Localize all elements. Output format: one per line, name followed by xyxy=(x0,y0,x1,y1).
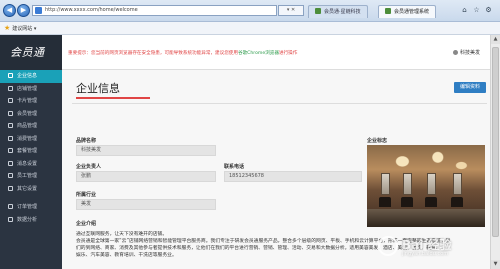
sidebar-item-cards[interactable]: 卡片管理 xyxy=(0,95,62,108)
card-icon xyxy=(8,98,13,103)
back-arrow-icon: ◀ xyxy=(6,6,13,14)
phone-field[interactable]: 18512345678 xyxy=(224,171,362,182)
staff-icon xyxy=(8,173,13,178)
paw-logo-icon xyxy=(378,236,398,256)
chart-icon xyxy=(8,216,13,222)
user-menu[interactable]: 科技美发 xyxy=(452,49,480,56)
user-avatar-icon xyxy=(452,50,458,55)
favorites-bar: ★ 建议网站 ▾ xyxy=(0,22,500,35)
favorites-star-icon[interactable]: ☆ xyxy=(472,6,481,15)
sidebar-item-orders[interactable]: 订单管理 xyxy=(0,201,62,214)
address-tools[interactable]: ▾ ✕ xyxy=(278,5,304,16)
industry-label: 所属行业 xyxy=(76,192,97,198)
vertical-scrollbar[interactable]: ▲ ▼ xyxy=(490,35,500,269)
scroll-up-icon[interactable]: ▲ xyxy=(491,35,500,44)
back-button[interactable]: ◀ xyxy=(3,4,16,17)
user-icon xyxy=(8,110,13,116)
message-icon xyxy=(8,160,13,166)
sidebar-item-packages[interactable]: 套餐管理 xyxy=(0,145,62,158)
star-icon: ★ xyxy=(4,24,11,32)
order-icon xyxy=(8,204,13,209)
watermark: Bai 经验 jingyan.baidu.com xyxy=(378,232,488,262)
tab-favicon-icon xyxy=(315,8,321,14)
favicon-icon xyxy=(35,7,42,14)
company-logo-label: 企业标志 xyxy=(367,138,388,144)
sidebar-item-messages[interactable]: 消息设置 xyxy=(0,158,62,171)
page-title: 企业信息 xyxy=(76,82,120,95)
forward-button[interactable]: ▶ xyxy=(17,4,30,17)
sidebar: 会员通 企业信息 店铺管理 卡片管理 会员管理 商品管理 消费管理 套餐管理 消… xyxy=(0,35,62,269)
edit-profile-button[interactable]: 编辑资料 xyxy=(454,82,486,93)
store-icon xyxy=(8,85,13,91)
tab-1[interactable]: 会员通·星链科技 xyxy=(308,5,368,18)
watermark-subtext: jingyan.baidu.com xyxy=(402,251,449,257)
sidebar-item-stores[interactable]: 店铺管理 xyxy=(0,83,62,96)
industry-field[interactable]: 美发 xyxy=(76,199,216,210)
receipt-icon xyxy=(8,135,13,141)
home-icon[interactable]: ⌂ xyxy=(460,6,469,15)
sidebar-item-company-info[interactable]: 企业信息 xyxy=(0,70,62,83)
package-icon xyxy=(8,148,13,153)
url-text: http://www.xxxx.com/home/welcome xyxy=(45,7,138,13)
owner-field[interactable]: 张鹏 xyxy=(76,171,216,182)
browser-titlebar: ◀ ▶ http://www.xxxx.com/home/welcome ▾ ✕… xyxy=(0,0,500,22)
tab-favicon-icon xyxy=(385,8,391,14)
top-bar: 重要提示：您当前的网页浏览器存在安全隐患，可能导致系统功能异常，建议您使用谷歌C… xyxy=(62,35,490,70)
address-bar[interactable]: http://www.xxxx.com/home/welcome xyxy=(32,5,277,16)
brand-name-field[interactable]: 科技美发 xyxy=(76,145,216,156)
sidebar-item-analytics[interactable]: 数据分析 xyxy=(0,214,62,227)
sidebar-item-consumption[interactable]: 消费管理 xyxy=(0,133,62,146)
sidebar-item-other-settings[interactable]: 其它设置 xyxy=(0,183,62,196)
sidebar-item-staff[interactable]: 员工管理 xyxy=(0,170,62,183)
owner-label: 企业负责人 xyxy=(76,164,102,170)
settings-icon xyxy=(8,185,13,191)
sidebar-item-members[interactable]: 会员管理 xyxy=(0,108,62,121)
browser-warning-notice: 重要提示：您当前的网页浏览器存在安全隐患，可能导致系统功能异常，建议您使用谷歌C… xyxy=(68,51,298,56)
scroll-down-icon[interactable]: ▼ xyxy=(491,260,500,269)
phone-label: 联系电话 xyxy=(224,164,245,170)
settings-gear-icon[interactable]: ⚙ xyxy=(484,6,493,15)
intro-label: 企业介绍 xyxy=(76,221,97,227)
brand-name-label: 品牌名称 xyxy=(76,138,97,144)
sidebar-item-products[interactable]: 商品管理 xyxy=(0,120,62,133)
suggested-sites-link[interactable]: ★ 建议网站 ▾ xyxy=(4,24,36,34)
company-logo-image[interactable] xyxy=(367,145,485,227)
app-logo: 会员通 xyxy=(0,35,62,70)
forward-arrow-icon: ▶ xyxy=(20,6,27,14)
home-icon xyxy=(8,73,13,78)
tab-2[interactable]: 会员通管理系统 xyxy=(378,5,437,18)
title-underline xyxy=(76,97,150,99)
box-icon xyxy=(8,123,13,128)
divider xyxy=(72,103,487,104)
chrome-download-link[interactable]: 谷歌Chrome浏览器 xyxy=(238,51,279,56)
scroll-thumb[interactable] xyxy=(492,47,499,237)
